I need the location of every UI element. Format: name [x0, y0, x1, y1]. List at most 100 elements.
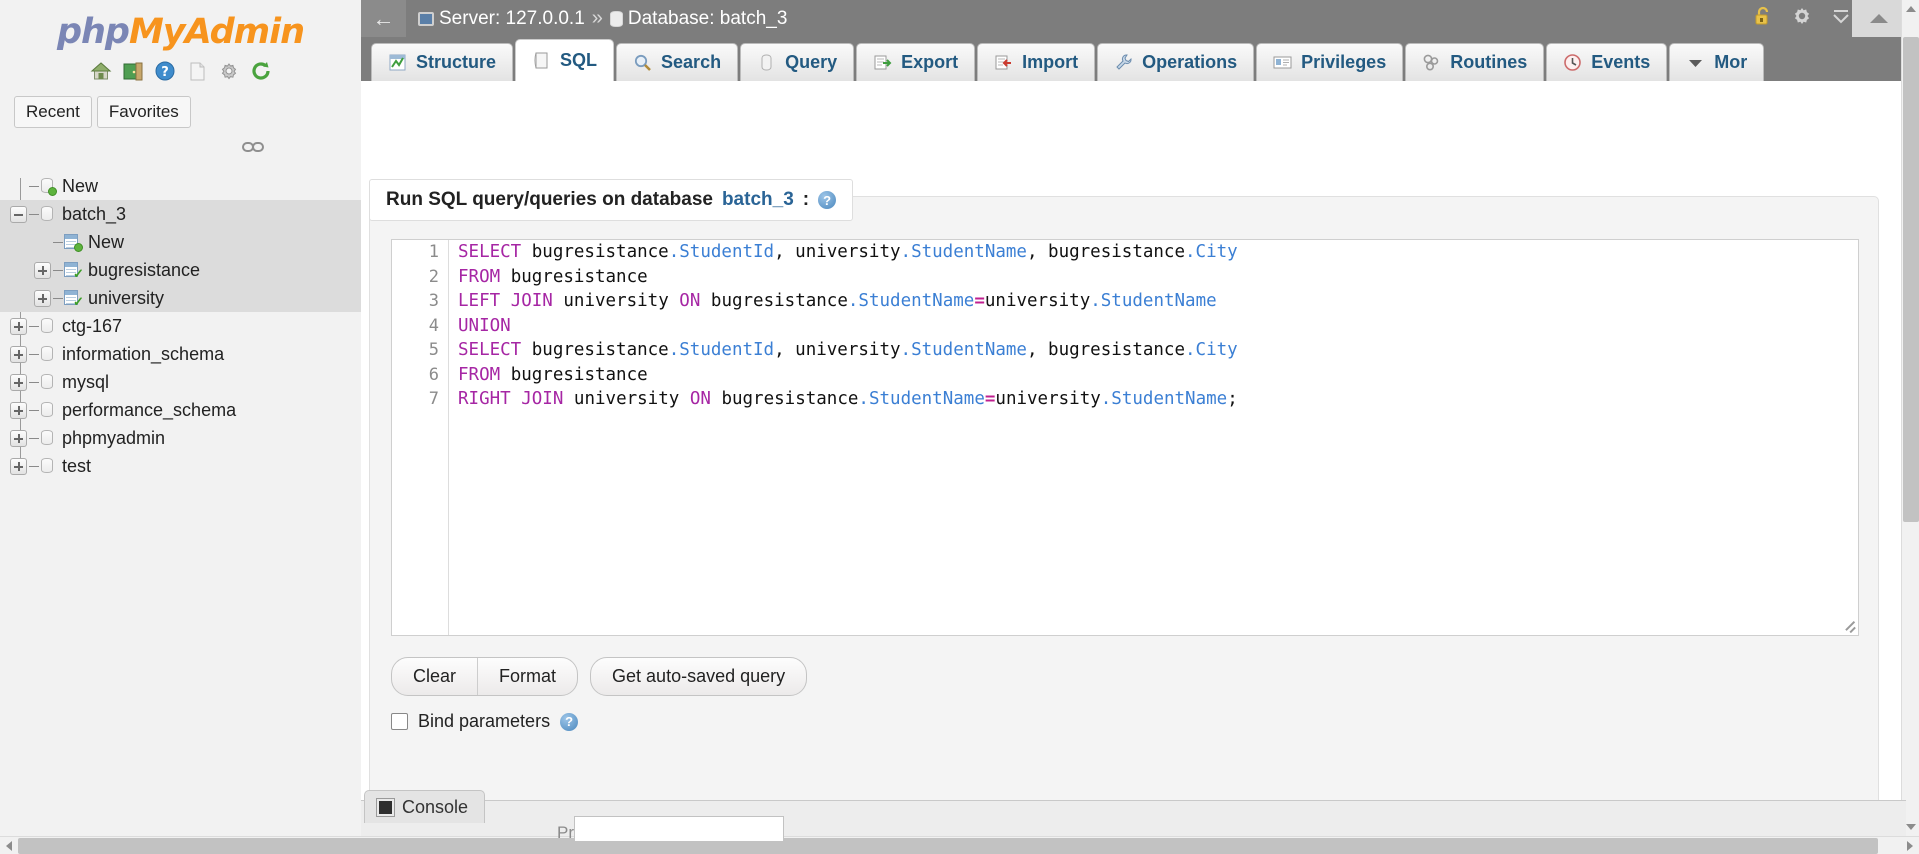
caret-right-icon — [1907, 841, 1913, 851]
sql-token: SELECT — [458, 340, 522, 360]
console-label: Console — [402, 796, 469, 817]
settings-icon[interactable] — [218, 60, 240, 82]
console-toggle-tab[interactable]: Console — [364, 790, 486, 823]
breadcrumb-separator: » — [591, 7, 603, 29]
caret-down-icon — [1906, 824, 1916, 830]
sql-token: UNION — [458, 315, 511, 336]
tree-expand-icon[interactable] — [10, 457, 27, 475]
editor-line-number-gutter: 1 2 3 4 5 6 7 — [392, 240, 449, 635]
console-input[interactable] — [574, 816, 784, 842]
tree-database-item[interactable]: New — [0, 172, 361, 200]
tree-table-item[interactable]: ✓ university — [0, 284, 361, 312]
console-icon — [377, 798, 394, 816]
tree-item-label: bugresistance — [88, 259, 201, 280]
gear-icon[interactable] — [1791, 5, 1813, 33]
logo-myadmin-part: MyAdmin — [128, 12, 305, 52]
query-heading-help-icon[interactable]: ? — [818, 191, 837, 209]
tree-connector-line — [29, 185, 39, 187]
tab-label: Import — [1022, 52, 1079, 72]
home-icon[interactable] — [90, 60, 112, 82]
tree-database-item[interactable]: ctg-167 — [0, 312, 361, 340]
tab-query[interactable]: Query — [740, 43, 855, 81]
sql-token: FROM — [458, 266, 501, 287]
tree-database-item[interactable]: phpmyadmin — [0, 424, 361, 452]
unlocked-padlock-icon[interactable] — [1752, 5, 1774, 33]
tree-database-item[interactable]: information_schema — [0, 340, 361, 368]
sql-token: university — [552, 291, 680, 311]
bind-parameters-help-icon[interactable]: ? — [560, 712, 579, 731]
breadcrumb-database[interactable]: Database: batch_3 — [609, 8, 787, 30]
vertical-scrollbar[interactable] — [1901, 0, 1919, 836]
tab-privileges[interactable]: Privileges — [1256, 43, 1404, 81]
tab-search[interactable]: Search — [616, 43, 739, 81]
tree-table-item[interactable]: New — [0, 228, 361, 256]
phpmyadmin-logo[interactable]: phpMyAdmin — [0, 12, 361, 52]
collapse-up-icon[interactable] — [1830, 5, 1852, 33]
tree-database-item[interactable]: mysql — [0, 368, 361, 396]
horizontal-scrollbar-thumb[interactable] — [18, 838, 1878, 854]
brand-header: phpMyAdmin ? — [0, 0, 361, 82]
tree-collapse-icon[interactable] — [10, 205, 27, 223]
bind-parameters-checkbox[interactable] — [391, 713, 408, 730]
tab-events[interactable]: Events — [1546, 43, 1668, 81]
tree-connector-line — [29, 213, 39, 215]
tab-routines[interactable]: Routines — [1405, 43, 1545, 81]
tree-database-item[interactable]: batch_3 — [0, 200, 361, 228]
sql-token: JOIN — [521, 389, 564, 409]
sql-code-line: SELECT bugresistance.StudentId, universi… — [458, 240, 1858, 265]
scroll-right-button[interactable] — [1901, 837, 1919, 854]
help-docs-icon[interactable]: ? — [154, 60, 176, 82]
back-button[interactable]: ← — [361, 0, 406, 37]
tab-structure[interactable]: Structure — [371, 43, 514, 81]
import-icon — [994, 53, 1013, 72]
sql-token: bugresistance — [521, 340, 669, 360]
tree-database-item[interactable]: performance_schema — [0, 396, 361, 424]
sql-token: JOIN — [510, 291, 553, 311]
tree-table-item[interactable]: ✓ bugresistance — [0, 256, 361, 284]
tree-database-item[interactable]: test — [0, 452, 361, 480]
breadcrumb: Server: 127.0.0.1 » Database: batch_3 — [418, 7, 787, 30]
editor-resize-handle[interactable] — [1842, 619, 1856, 633]
refresh-icon[interactable] — [250, 60, 272, 82]
horizontal-scrollbar[interactable] — [0, 836, 1919, 854]
tree-expand-icon[interactable] — [10, 345, 27, 363]
query-heading-suffix: : — [802, 189, 810, 210]
link-with-main-panel-icon[interactable] — [242, 140, 264, 154]
tab-recent[interactable]: Recent — [14, 96, 92, 128]
clear-button[interactable]: Clear — [392, 658, 477, 695]
tree-expand-icon[interactable] — [10, 429, 27, 447]
query-heading-database[interactable]: batch_3 — [722, 189, 794, 211]
tree-expand-icon[interactable] — [10, 401, 27, 419]
tree-expand-icon[interactable] — [10, 373, 27, 391]
vertical-scrollbar-thumb[interactable] — [1903, 37, 1919, 522]
tree-connector-line — [53, 241, 63, 243]
scroll-left-button[interactable] — [0, 837, 18, 854]
sql-token: bugresistance — [700, 291, 848, 311]
sql-editor[interactable]: 1234567 SELECT bugresistance.StudentId, … — [391, 239, 1859, 636]
tree-expand-icon[interactable] — [34, 261, 51, 279]
scroll-up-button[interactable] — [1902, 0, 1919, 18]
new-table-icon — [63, 233, 83, 252]
database-icon — [609, 10, 623, 27]
breadcrumb-server[interactable]: Server: 127.0.0.1 — [418, 8, 585, 30]
get-auto-saved-query-button[interactable]: Get auto-saved query — [590, 657, 808, 696]
tab-favorites[interactable]: Favorites — [96, 96, 191, 128]
tab-operations[interactable]: Operations — [1097, 43, 1255, 81]
logout-icon[interactable] — [122, 60, 144, 82]
editor-code-area[interactable]: SELECT bugresistance.StudentId, universi… — [450, 240, 1858, 635]
tab-import[interactable]: Import — [977, 43, 1096, 81]
window-scroll-top-button[interactable] — [1852, 0, 1906, 37]
tab-mor[interactable]: Mor — [1669, 43, 1765, 81]
clock-icon — [1563, 53, 1582, 72]
sql-docs-icon[interactable] — [186, 60, 208, 82]
tab-sql[interactable]: SQL — [515, 39, 615, 81]
tree-expand-icon[interactable] — [34, 289, 51, 307]
tree-item-label: university — [88, 287, 165, 308]
sql-token: university — [563, 389, 690, 409]
sql-code-line: LEFT JOIN university ON bugresistance.St… — [458, 289, 1858, 314]
format-button[interactable]: Format — [477, 658, 577, 695]
tree-expand-icon[interactable] — [10, 317, 27, 335]
tab-export[interactable]: Export — [856, 43, 976, 81]
privileges-icon — [1273, 53, 1292, 72]
